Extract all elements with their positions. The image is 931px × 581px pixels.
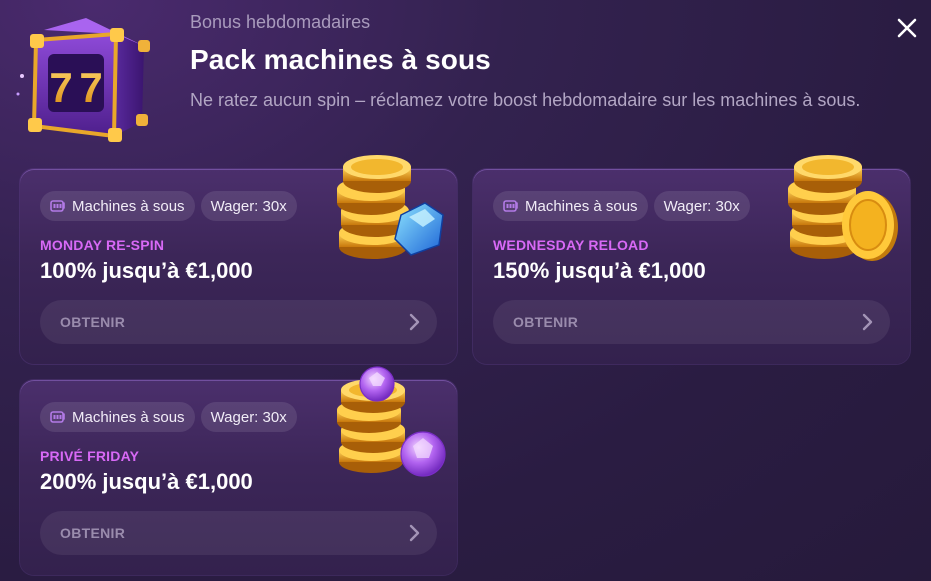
category-tag-label: Machines à sous xyxy=(525,197,638,215)
category-tag: Machines à sous xyxy=(40,191,195,221)
svg-text:7: 7 xyxy=(49,64,72,111)
claim-button[interactable]: OBTENIR xyxy=(40,511,437,555)
card-tags: Machines à sous Wager: 30x xyxy=(40,191,297,221)
bonus-card-friday: Machines à sous Wager: 30x PRIVÉ FRIDAY … xyxy=(20,366,457,575)
wager-tag-label: Wager: 30x xyxy=(210,408,287,426)
promo-name: MONDAY RE-SPIN xyxy=(40,237,165,253)
category-tag: Machines à sous xyxy=(40,402,195,432)
modal-subtitle: Bonus hebdomadaires xyxy=(190,12,371,32)
wager-tag: Wager: 30x xyxy=(653,191,750,221)
category-tag: Machines à sous xyxy=(493,191,648,221)
close-button[interactable] xyxy=(893,14,921,42)
close-icon xyxy=(897,18,917,38)
coin-stack-icon xyxy=(788,155,898,261)
promo-offer: 100% jusqu’à €1,000 xyxy=(40,258,253,283)
slot-machine-icon xyxy=(50,200,65,212)
svg-text:7: 7 xyxy=(79,64,102,111)
modal-title: Pack machines à sous xyxy=(190,44,491,75)
category-tag-label: Machines à sous xyxy=(72,408,185,426)
wager-tag: Wager: 30x xyxy=(200,191,297,221)
card-tags: Machines à sous Wager: 30x xyxy=(493,191,750,221)
weekly-bonus-modal: 7 7 Bonus hebdomadaires Pack machines à … xyxy=(0,0,931,581)
wager-tag-label: Wager: 30x xyxy=(663,197,740,215)
claim-button-label: OBTENIR xyxy=(513,314,579,330)
bonus-card-monday: Machines à sous Wager: 30x MONDAY RE-SPI… xyxy=(20,155,457,364)
card-tags: Machines à sous Wager: 30x xyxy=(40,402,297,432)
chevron-right-icon xyxy=(409,313,420,331)
slot-machine-cube-icon: 7 7 xyxy=(16,18,150,142)
slot-machine-icon xyxy=(503,200,518,212)
promo-offer: 150% jusqu’à €1,000 xyxy=(493,258,706,283)
bonus-card-wednesday: Machines à sous Wager: 30x WEDNESDAY REL… xyxy=(473,155,910,364)
claim-button[interactable]: OBTENIR xyxy=(493,300,890,344)
modal-description: Ne ratez aucun spin – réclamez votre boo… xyxy=(190,90,861,110)
claim-button-label: OBTENIR xyxy=(60,525,126,541)
wager-tag: Wager: 30x xyxy=(200,402,297,432)
chevron-right-icon xyxy=(862,313,873,331)
claim-button[interactable]: OBTENIR xyxy=(40,300,437,344)
category-tag-label: Machines à sous xyxy=(72,197,185,215)
coins-with-blue-gem-icon xyxy=(337,155,444,259)
slot-machine-icon xyxy=(50,411,65,423)
promo-name: PRIVÉ FRIDAY xyxy=(40,448,140,464)
promo-offer: 200% jusqu’à €1,000 xyxy=(40,469,253,494)
coins-with-purple-gems-icon xyxy=(337,366,446,477)
header: Bonus hebdomadaires Pack machines à sous… xyxy=(190,12,880,114)
claim-button-label: OBTENIR xyxy=(60,314,126,330)
promo-name: WEDNESDAY RELOAD xyxy=(493,237,649,253)
chevron-right-icon xyxy=(409,524,420,542)
wager-tag-label: Wager: 30x xyxy=(210,197,287,215)
